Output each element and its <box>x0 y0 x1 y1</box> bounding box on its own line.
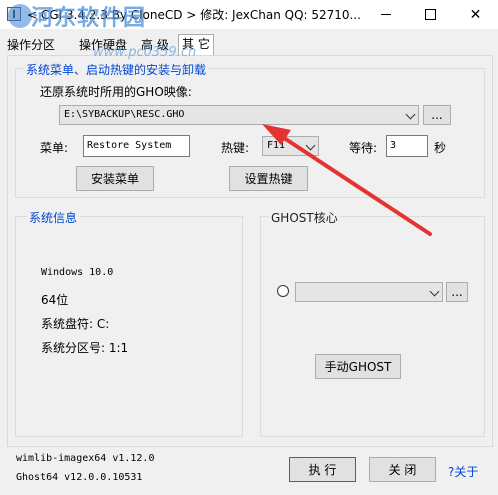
hotkey-select[interactable]: F11 <box>262 136 319 156</box>
gho-label: 还原系统时所用的GHO映像: <box>40 85 192 99</box>
main-window: < CGI 3.4.2.3 By CloneCD > 修改: JexChan Q… <box>0 0 498 495</box>
watermark: 河东软件园 <box>31 5 147 31</box>
gho-path-select[interactable]: E:\SYBACKUP\RESC.GHO <box>59 105 419 125</box>
ghost-version: Ghost64 v12.0.0.10531 <box>16 472 143 483</box>
minimize-button[interactable] <box>363 0 408 29</box>
menu-label: 菜单: <box>40 141 69 155</box>
chevron-down-icon <box>305 140 316 151</box>
system-info-title: 系统信息 <box>27 209 80 226</box>
menu-name-value: Restore System <box>87 140 172 151</box>
wait-seconds-value: 3 <box>390 140 397 151</box>
os-bits: 64位 <box>41 293 69 307</box>
ghost-core-group: GHOST核心 ... 手动GHOST <box>260 209 485 437</box>
ghost-browse-button[interactable]: ... <box>446 282 468 302</box>
system-drive: 系统盘符: C: <box>41 317 110 331</box>
chevron-down-icon <box>429 286 440 297</box>
system-info-group: 系统信息 Windows 10.0 64位 系统盘符: C: 系统分区号: 1:… <box>15 209 243 437</box>
wait-seconds-input[interactable]: 3 <box>386 135 428 157</box>
wait-label: 等待: <box>349 141 378 155</box>
wait-unit: 秒 <box>434 141 447 155</box>
ghost-core-select[interactable] <box>295 282 443 302</box>
manual-ghost-button[interactable]: 手动GHOST <box>315 354 401 379</box>
close-button[interactable]: 关 闭 <box>369 457 436 482</box>
tab-partition[interactable]: 操作分区 <box>4 36 58 54</box>
close-window-button[interactable]: ✕ <box>453 0 498 29</box>
about-link[interactable]: ?关于 <box>448 463 478 480</box>
chevron-down-icon <box>405 109 416 120</box>
watermark-url: www.pc0359.cn <box>93 45 197 60</box>
system-partition: 系统分区号: 1:1 <box>41 341 129 355</box>
tab-panel-other: www.pc0359.cn 系统菜单、启动热键的安装与卸载 还原系统时所用的GH… <box>7 45 493 447</box>
gho-path-value: E:\SYBACKUP\RESC.GHO <box>64 109 185 120</box>
maximize-button[interactable] <box>408 0 453 29</box>
gho-browse-button[interactable]: ... <box>423 105 451 125</box>
menu-hotkey-group: 系统菜单、启动热键的安装与卸载 还原系统时所用的GHO映像: E:\SYBACK… <box>15 61 485 198</box>
ghost-core-title: GHOST核心 <box>269 209 340 226</box>
menu-name-input[interactable]: Restore System <box>83 135 190 157</box>
os-version: Windows 10.0 <box>41 267 114 278</box>
hotkey-value: F11 <box>267 140 286 151</box>
title-bar[interactable]: < CGI 3.4.2.3 By CloneCD > 修改: JexChan Q… <box>0 0 498 31</box>
execute-button[interactable]: 执 行 <box>289 457 356 482</box>
minimize-icon <box>380 14 391 15</box>
install-menu-button[interactable]: 安装菜单 <box>76 166 154 191</box>
maximize-icon <box>425 9 436 20</box>
set-hotkey-button[interactable]: 设置热键 <box>229 166 308 191</box>
wimlib-version: wimlib-imagex64 v1.12.0 <box>16 453 155 464</box>
ghost-core-radio[interactable] <box>277 285 289 297</box>
menu-group-title: 系统菜单、启动热键的安装与卸载 <box>24 61 209 78</box>
hotkey-label: 热键: <box>221 141 250 155</box>
close-icon: ✕ <box>469 6 482 23</box>
